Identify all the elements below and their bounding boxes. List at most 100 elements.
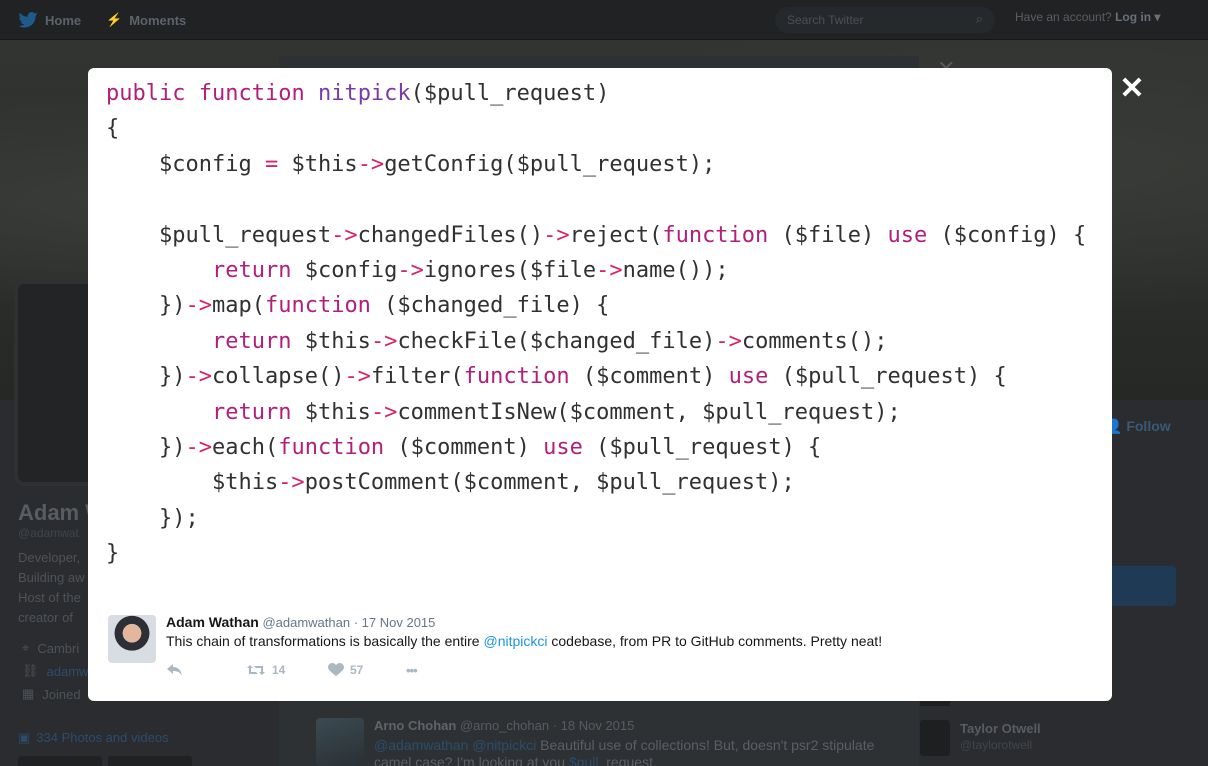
code-text: changedFiles() <box>357 223 544 248</box>
top-navigation-bar: Home ⚡ Moments Search Twitter ⌕ Have an … <box>0 0 1208 40</box>
reply-author-name[interactable]: Arno Chohan <box>374 718 456 733</box>
location-text: Cambri <box>37 640 80 656</box>
code-text: }) <box>106 435 186 460</box>
photo-thumbnail[interactable] <box>108 756 192 766</box>
code-text: each( <box>211 435 279 460</box>
code-keyword: return <box>211 329 292 354</box>
tweet-text: This chain of transformations is basical… <box>166 633 882 649</box>
code-keyword: public <box>106 81 186 106</box>
code-operator: -> <box>397 258 424 283</box>
search-input[interactable]: Search Twitter ⌕ <box>775 7 995 33</box>
code-operator: -> <box>596 258 623 283</box>
code-line: $config = $this->getConfig($pull_request… <box>106 147 715 183</box>
website-text[interactable]: adamw <box>47 664 89 679</box>
code-keyword: function <box>463 364 570 389</box>
code-line: })->map(function ($changed_file) { <box>106 288 609 324</box>
bio-line: Building aw <box>18 570 85 585</box>
like-button[interactable]: 57 <box>328 660 363 680</box>
code-image[interactable]: public function nitpick($pull_request) {… <box>106 76 1096 586</box>
profile-website[interactable]: ⛓ adamw <box>22 663 88 679</box>
photos-label: 334 Photos and videos <box>36 730 169 745</box>
code-text: checkFile($changed_file) <box>397 329 716 354</box>
code-operator: -> <box>344 364 371 389</box>
search-icon[interactable]: ⌕ <box>976 11 983 27</box>
code-line: $this->postComment($comment, $pull_reque… <box>106 465 795 501</box>
bio-line: Developer, <box>18 550 81 565</box>
media-modal: public function nitpick($pull_request) {… <box>88 68 1112 701</box>
code-operator: -> <box>715 329 742 354</box>
code-text: ($comment) <box>569 364 729 389</box>
photo-thumbnail[interactable] <box>18 756 102 766</box>
code-text: map( <box>211 293 265 318</box>
tweet-header: Adam Wathan @adamwathan · 17 Nov 2015 <box>166 614 435 630</box>
code-text: reject( <box>569 223 663 248</box>
chevron-down-icon[interactable]: ▾ <box>1154 10 1160 24</box>
like-count: 57 <box>350 663 364 677</box>
hashtag-link[interactable]: $pull <box>569 754 599 766</box>
code-text: $this <box>291 400 371 425</box>
reply-date[interactable]: · 18 Nov 2015 <box>553 718 635 733</box>
camera-icon: ▣ <box>18 730 31 745</box>
tweet-author-handle[interactable]: @adamwathan <box>262 615 350 630</box>
retweet-icon <box>247 665 265 675</box>
code-keyword: function <box>278 435 385 460</box>
nav-moments[interactable]: ⚡ Moments <box>106 0 186 40</box>
mention-link[interactable]: @nitpickci <box>472 737 536 753</box>
code-text: ($comment) <box>384 435 544 460</box>
code-text: name()); <box>622 258 729 283</box>
follow-button[interactable]: 👤 Follow <box>1105 418 1171 435</box>
profile-joined: ▦ Joined <box>22 686 81 702</box>
code-line: return $this->commentIsNew($comment, $pu… <box>106 395 901 431</box>
code-text: $config <box>106 152 265 177</box>
code-text: $config <box>291 258 398 283</box>
code-line: return $this->checkFile($changed_file)->… <box>106 324 888 360</box>
code-line: } <box>106 541 120 566</box>
code-text: ($pull_request) { <box>582 435 822 460</box>
have-account-text: Have an account? <box>1015 10 1112 24</box>
more-icon: ••• <box>406 662 418 678</box>
avatar[interactable] <box>920 720 950 756</box>
reply-body: Beautiful use of collections! But, doesn… <box>536 737 875 753</box>
code-text: }) <box>106 293 186 318</box>
code-operator: -> <box>370 400 398 425</box>
login-link[interactable]: Log in <box>1115 10 1151 24</box>
twitter-bird-icon <box>18 12 38 28</box>
joined-text: Joined <box>42 686 81 702</box>
tweet-date[interactable]: · 17 Nov 2015 <box>354 615 436 630</box>
reply-body-2: camel case? I'm looking at you <box>374 754 569 766</box>
nav-home[interactable]: Home <box>18 0 81 40</box>
photo-thumbnails <box>18 756 192 766</box>
suggestion-handle: @taylorotwell <box>960 738 1033 752</box>
tweet-author-name[interactable]: Adam Wathan <box>166 614 259 630</box>
reply-author-handle[interactable]: @arno_chohan <box>460 718 549 733</box>
photos-link[interactable]: ▣ 334 Photos and videos <box>18 730 169 746</box>
location-pin-icon: ⌖ <box>22 640 30 655</box>
code-keyword: function <box>264 293 371 318</box>
close-icon[interactable]: ✕ <box>1118 72 1146 106</box>
code-line: })->each(function ($comment) use ($pull_… <box>106 430 821 466</box>
more-options-button[interactable]: ••• <box>406 660 418 680</box>
suggestion-name[interactable]: Taylor Otwell <box>960 721 1041 736</box>
account-prompt: Have an account? Log in ▾ <box>1015 10 1160 24</box>
reply-button[interactable] <box>166 660 184 680</box>
reply-icon <box>167 664 182 676</box>
mention-link[interactable]: @adamwathan <box>374 737 468 753</box>
code-line: return $config->ignores($file->name()); <box>106 253 729 289</box>
code-text: postComment($comment, $pull_request); <box>304 470 795 495</box>
mention-link[interactable]: @nitpickci <box>483 633 547 649</box>
bio-line: creator of <box>18 610 73 625</box>
avatar[interactable] <box>108 615 156 663</box>
signup-button[interactable] <box>1112 566 1176 606</box>
code-keyword: use <box>728 364 769 389</box>
retweet-button[interactable]: 14 <box>246 660 285 680</box>
nav-home-label: Home <box>45 12 82 28</box>
code-text: ($changed_file) { <box>370 293 610 318</box>
link-icon: ⛓ <box>22 663 39 678</box>
code-text: ($pull_request) { <box>768 364 1007 389</box>
code-line: }); <box>106 506 199 531</box>
avatar[interactable] <box>316 718 364 766</box>
code-operator: -> <box>331 223 358 248</box>
code-operator: -> <box>185 364 212 389</box>
